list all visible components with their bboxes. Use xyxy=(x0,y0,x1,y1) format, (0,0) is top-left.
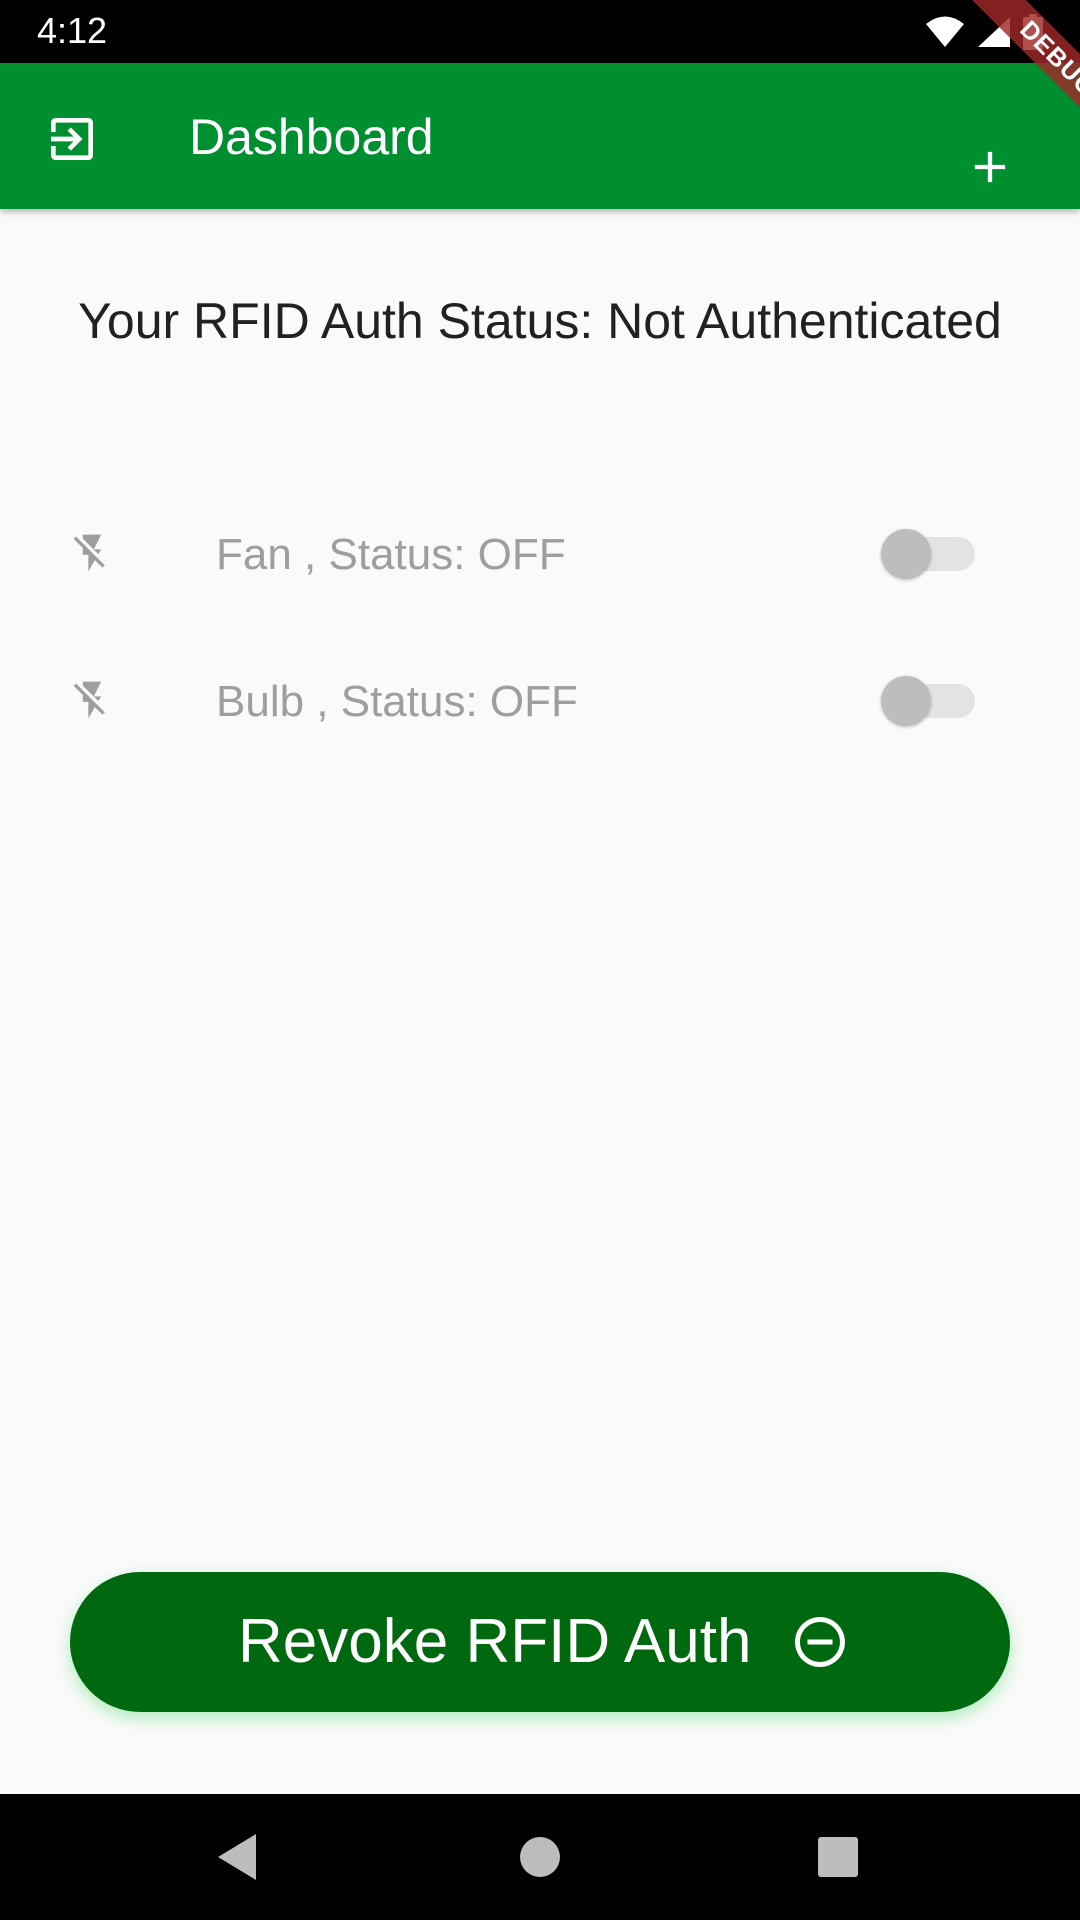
system-nav-bar xyxy=(0,1794,1080,1920)
flash-off-icon xyxy=(73,534,105,572)
bulb-toggle-switch[interactable] xyxy=(881,676,977,726)
login-icon[interactable] xyxy=(44,111,100,167)
flash-off-icon xyxy=(73,681,105,719)
add-icon[interactable] xyxy=(964,141,1016,193)
page-title: Dashboard xyxy=(189,109,434,165)
status-icons xyxy=(924,14,1044,50)
revoke-rfid-auth-button[interactable]: Revoke RFID Auth xyxy=(70,1572,1010,1712)
device-row-fan: Fan , Status: OFF xyxy=(0,479,1080,625)
switch-thumb xyxy=(881,529,931,579)
revoke-button-label: Revoke RFID Auth xyxy=(238,1607,752,1676)
rfid-status-text: Your RFID Auth Status: Not Authenticated xyxy=(78,293,1002,349)
fan-toggle-switch[interactable] xyxy=(881,529,977,579)
recents-icon[interactable] xyxy=(811,1830,865,1884)
device-label: Bulb , Status: OFF xyxy=(216,677,578,726)
switch-thumb xyxy=(881,676,931,726)
signal-icon xyxy=(978,17,1010,47)
battery-icon xyxy=(1023,14,1043,50)
home-icon[interactable] xyxy=(513,1830,567,1884)
wifi-icon xyxy=(926,16,964,47)
device-row-bulb: Bulb , Status: OFF xyxy=(0,626,1080,772)
device-label: Fan , Status: OFF xyxy=(216,530,566,579)
status-bar: 4:12 xyxy=(0,0,1080,63)
app-bar: Dashboard xyxy=(0,63,1080,209)
back-icon[interactable] xyxy=(212,1830,266,1884)
status-time: 4:12 xyxy=(37,10,108,51)
remove-circle-icon xyxy=(795,1617,845,1667)
